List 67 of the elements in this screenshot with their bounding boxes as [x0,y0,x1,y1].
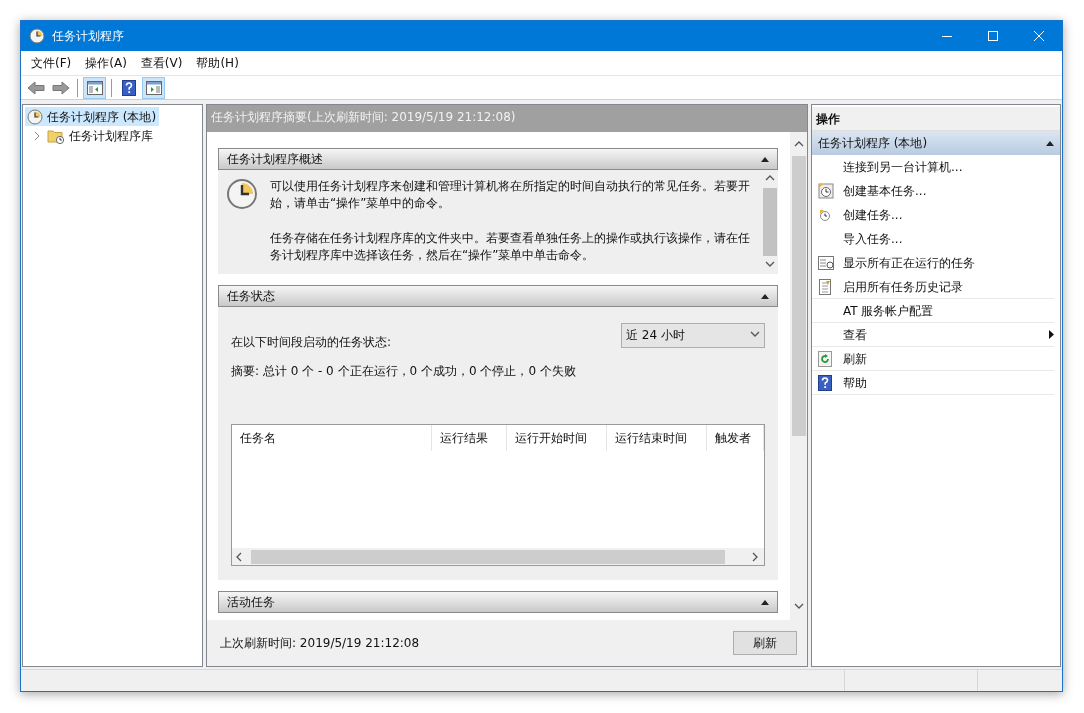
section-title: 任务计划程序概述 [227,151,323,168]
close-icon [1034,31,1044,41]
actions-header: 操作 [812,107,1060,131]
scrollbar-thumb[interactable] [763,188,777,256]
summary-text: 摘要: 总计 0 个 - 0 个正在运行，0 个成功，0 个停止，0 个失败 [231,363,577,380]
refresh-icon [818,350,832,367]
menu-item[interactable]: 操作(A) [78,54,134,72]
help-icon [121,79,136,96]
help-icon [818,374,832,391]
toolbar-button[interactable] [142,76,165,99]
menu-item[interactable]: 帮助(H) [189,54,246,72]
collapse-icon[interactable] [761,599,769,605]
pane-right-icon [145,80,162,95]
column-header[interactable]: 运行开始时间 [507,425,607,451]
action-item[interactable]: 连接到另一台计算机... [812,155,1054,179]
clock-icon [818,183,834,199]
section-header[interactable]: 任务计划程序概述 [218,148,778,170]
collapse-icon[interactable] [761,293,769,299]
description-text: 可以使用任务计划程序来创建和管理计算机将在所指定的时间自动执行的常见任务。若要开始，请单击“操作”菜单中的命令。 [270,178,750,212]
scrollbar[interactable] [790,132,807,620]
clock-icon [27,108,43,125]
pane-left-icon [86,80,103,95]
toolbar-button[interactable] [83,76,106,99]
clock-icon [29,28,45,44]
summary-header: 任务计划程序摘要(上次刷新时间: 2019/5/19 21:12:08) [207,105,807,132]
last-refresh-text: 上次刷新时间: 2019/5/19 21:12:08 [220,635,420,652]
list-icon [818,256,834,270]
maximize-icon [988,31,998,41]
period-label: 在以下时间段启动的任务状态: [231,334,392,351]
action-item[interactable]: 创建基本任务... [812,179,1054,203]
folder-clock-icon [47,128,65,144]
column-header[interactable]: 任务名 [232,425,432,451]
section-title: 任务状态 [227,288,275,305]
column-header[interactable]: 运行结束时间 [607,425,707,451]
collapse-icon[interactable] [761,156,769,162]
notebook-icon [818,278,832,295]
action-item[interactable]: AT 服务帐户配置 [812,299,1054,323]
forward-arrow-icon [51,80,70,95]
action-item[interactable]: 导入任务... [812,227,1054,251]
period-dropdown[interactable]: 近 24 小时 [621,322,765,348]
action-item[interactable]: 创建任务... [812,203,1054,227]
back-arrow-icon [26,80,45,95]
collapse-icon[interactable] [1046,140,1054,146]
tree-item[interactable]: 任务计划程序 (本地) [25,107,160,126]
menu-item[interactable]: 文件(F) [24,54,79,72]
refresh-button[interactable]: 刷新 [733,631,797,655]
action-item[interactable]: 查看 [812,323,1054,347]
action-item[interactable]: 帮助 [812,371,1054,395]
horizontal-scrollbar[interactable] [232,548,764,565]
section-title: 活动任务 [227,594,275,611]
clock-icon [226,178,258,210]
section-header[interactable]: 任务状态 [218,285,778,307]
column-header[interactable]: 运行结果 [432,425,507,451]
actions-group-header[interactable]: 任务计划程序 (本地) [812,131,1060,155]
scrollbar-thumb[interactable] [791,156,806,436]
description-text: 任务存储在任务计划程序库的文件夹中。若要查看单独任务上的操作或执行该操作，请在任务计划程序库中选择该任务，然后在“操作”菜单中单击命令。 [270,230,750,264]
submenu-arrow-icon [1049,330,1054,339]
action-item[interactable]: 启用所有任务历史记录 [812,275,1054,299]
window-title: 任务计划程序 [52,28,124,45]
tree-item[interactable]: 任务计划程序库 [45,126,155,146]
clock-icon [818,208,832,222]
column-header[interactable]: 触发者 [707,425,764,451]
action-item[interactable]: 刷新 [812,347,1054,371]
action-item[interactable]: 显示所有正在运行的任务 [812,251,1054,275]
scrollbar-thumb[interactable] [251,549,725,564]
section-header[interactable]: 活动任务 [218,591,778,613]
menu-item[interactable]: 查看(V) [133,54,190,72]
